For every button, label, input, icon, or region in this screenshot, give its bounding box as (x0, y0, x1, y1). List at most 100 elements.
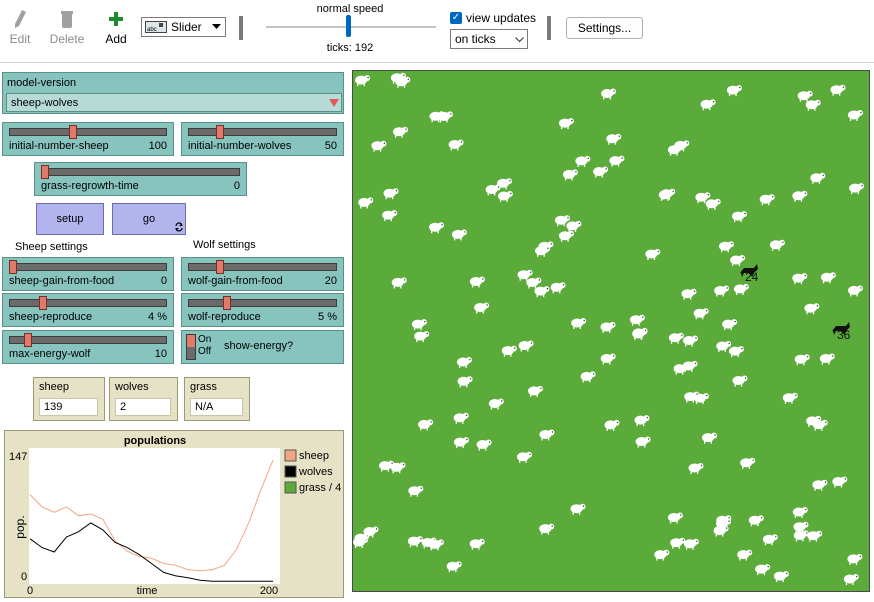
sheep-agent (732, 375, 748, 387)
initial-number-wolves-slider[interactable]: initial-number-wolves 50 (181, 122, 344, 156)
sheep-agent (474, 302, 490, 314)
sheep-agent (408, 485, 424, 497)
slider-track[interactable] (9, 299, 167, 307)
switch-thumb[interactable] (187, 335, 195, 347)
sheep-agent (601, 88, 617, 100)
slider-value: 0 (160, 275, 167, 287)
x-axis-label: time (137, 585, 158, 597)
add-button[interactable]: Add (96, 8, 136, 46)
slider-track[interactable] (188, 128, 337, 136)
sheep-agent (457, 376, 473, 388)
sheep-agent (804, 303, 820, 315)
sheep-gain-from-food-slider[interactable]: sheep-gain-from-food 0 (2, 257, 174, 291)
sheep-agent (517, 451, 532, 463)
chooser-field[interactable]: sheep-wolves (6, 93, 342, 112)
sheep-agent (688, 463, 704, 474)
slider-thumb[interactable] (216, 125, 225, 139)
sheep-agent (654, 549, 670, 561)
switch-name: show-energy? (224, 340, 294, 352)
sheep-agent (807, 530, 823, 542)
delete-button[interactable]: Delete (47, 8, 87, 46)
setup-button[interactable]: setup (36, 203, 104, 235)
sheep-agent (737, 549, 753, 561)
sheep-agent (570, 503, 586, 515)
sheep-agent (451, 229, 467, 241)
sheep-agent (670, 537, 686, 549)
slider-track[interactable] (9, 336, 167, 344)
sheep-agent (714, 285, 730, 297)
go-button[interactable]: go (112, 203, 186, 235)
show-energy-switch[interactable]: On Off show-energy? (181, 330, 344, 364)
sheep-agent (629, 314, 645, 326)
toolbar-divider (547, 16, 551, 40)
legend-label: sheep (299, 450, 329, 462)
model-version-chooser[interactable]: model-version sheep-wolves (2, 72, 344, 114)
slider-thumb[interactable] (69, 125, 77, 139)
initial-number-sheep-slider[interactable]: initial-number-sheep 100 (2, 122, 174, 156)
sheep-agent (748, 515, 764, 527)
go-label: go (142, 213, 156, 225)
slider-thumb[interactable] (39, 296, 47, 310)
widget-type-dropdown[interactable]: abc Slider (141, 17, 226, 37)
slider-track[interactable] (188, 263, 337, 271)
view-updates-label: view updates (466, 11, 537, 25)
widget-type-value: Slider (171, 20, 202, 34)
wolf-reproduce-slider[interactable]: wolf-reproduce 5 % (181, 293, 344, 327)
checkmark-icon: ✓ (450, 12, 462, 24)
sheep-agent (719, 241, 734, 253)
update-mode-dropdown[interactable]: on ticks (450, 29, 528, 49)
max-energy-wolf-slider[interactable]: max-energy-wolf 10 (2, 330, 174, 364)
trash-icon (61, 11, 73, 28)
sheep-agent (797, 90, 813, 102)
slider-track[interactable] (9, 263, 167, 271)
switch-on-label: On (198, 334, 212, 345)
slider-thumb[interactable] (24, 333, 32, 347)
chooser-value: sheep-wolves (11, 97, 79, 109)
slider-value: 20 (324, 275, 337, 287)
slider-thumb[interactable] (223, 296, 232, 310)
slider-value: 5 % (318, 311, 337, 323)
sheep-agent (393, 126, 408, 138)
sheep-agent (469, 538, 485, 550)
slider-name: wolf-reproduce (188, 311, 261, 323)
slider-thumb[interactable] (9, 260, 17, 274)
sheep-agent (843, 574, 859, 585)
sheep-agent (755, 564, 771, 576)
plot-canvas: populations 147 0 pop. 0 time 200 sheep w… (9, 435, 341, 597)
slider-track[interactable] (41, 168, 240, 176)
sheep-agent (593, 166, 609, 178)
view-updates-checkbox[interactable]: ✓ view updates (450, 11, 536, 25)
sheep-agent (407, 536, 423, 548)
edit-button[interactable]: Edit (0, 8, 40, 46)
slider-track[interactable] (188, 299, 337, 307)
speed-slider-track[interactable] (266, 26, 436, 28)
wolf-gain-from-food-slider[interactable]: wolf-gain-from-food 20 (181, 257, 344, 291)
slider-name: sheep-gain-from-food (9, 275, 115, 287)
sheep-agent (429, 222, 444, 234)
grass-regrowth-time-slider[interactable]: grass-regrowth-time 0 (34, 162, 247, 196)
x-min-label: 0 (27, 585, 33, 597)
legend-swatch (284, 481, 297, 494)
slider-name: wolf-gain-from-food (188, 275, 283, 287)
add-label: Add (105, 32, 127, 46)
monitor-value: 139 (39, 398, 98, 416)
sheep-agent (562, 169, 578, 181)
wolf-energy-label: 24 (745, 270, 759, 284)
sheep-agent (528, 385, 543, 397)
slider-thumb[interactable] (41, 165, 49, 179)
sheep-agent (819, 353, 835, 365)
sheep-agent (632, 327, 648, 339)
speed-slider-thumb[interactable] (346, 15, 351, 37)
sheep-settings-label: Sheep settings (15, 241, 88, 253)
world-canvas[interactable]: 24 36 (353, 71, 869, 591)
slider-thumb[interactable] (216, 260, 225, 274)
world-view[interactable]: 24 36 (352, 70, 870, 592)
switch-track[interactable] (186, 334, 196, 360)
sheep-reproduce-slider[interactable]: sheep-reproduce 4 % (2, 293, 174, 327)
sheep-agent (469, 276, 485, 288)
slider-track[interactable] (9, 128, 167, 136)
sheep-agent (571, 318, 587, 329)
sheep-agent (358, 197, 374, 209)
settings-button[interactable]: Settings... (566, 17, 643, 39)
sheep-agent (428, 539, 444, 551)
